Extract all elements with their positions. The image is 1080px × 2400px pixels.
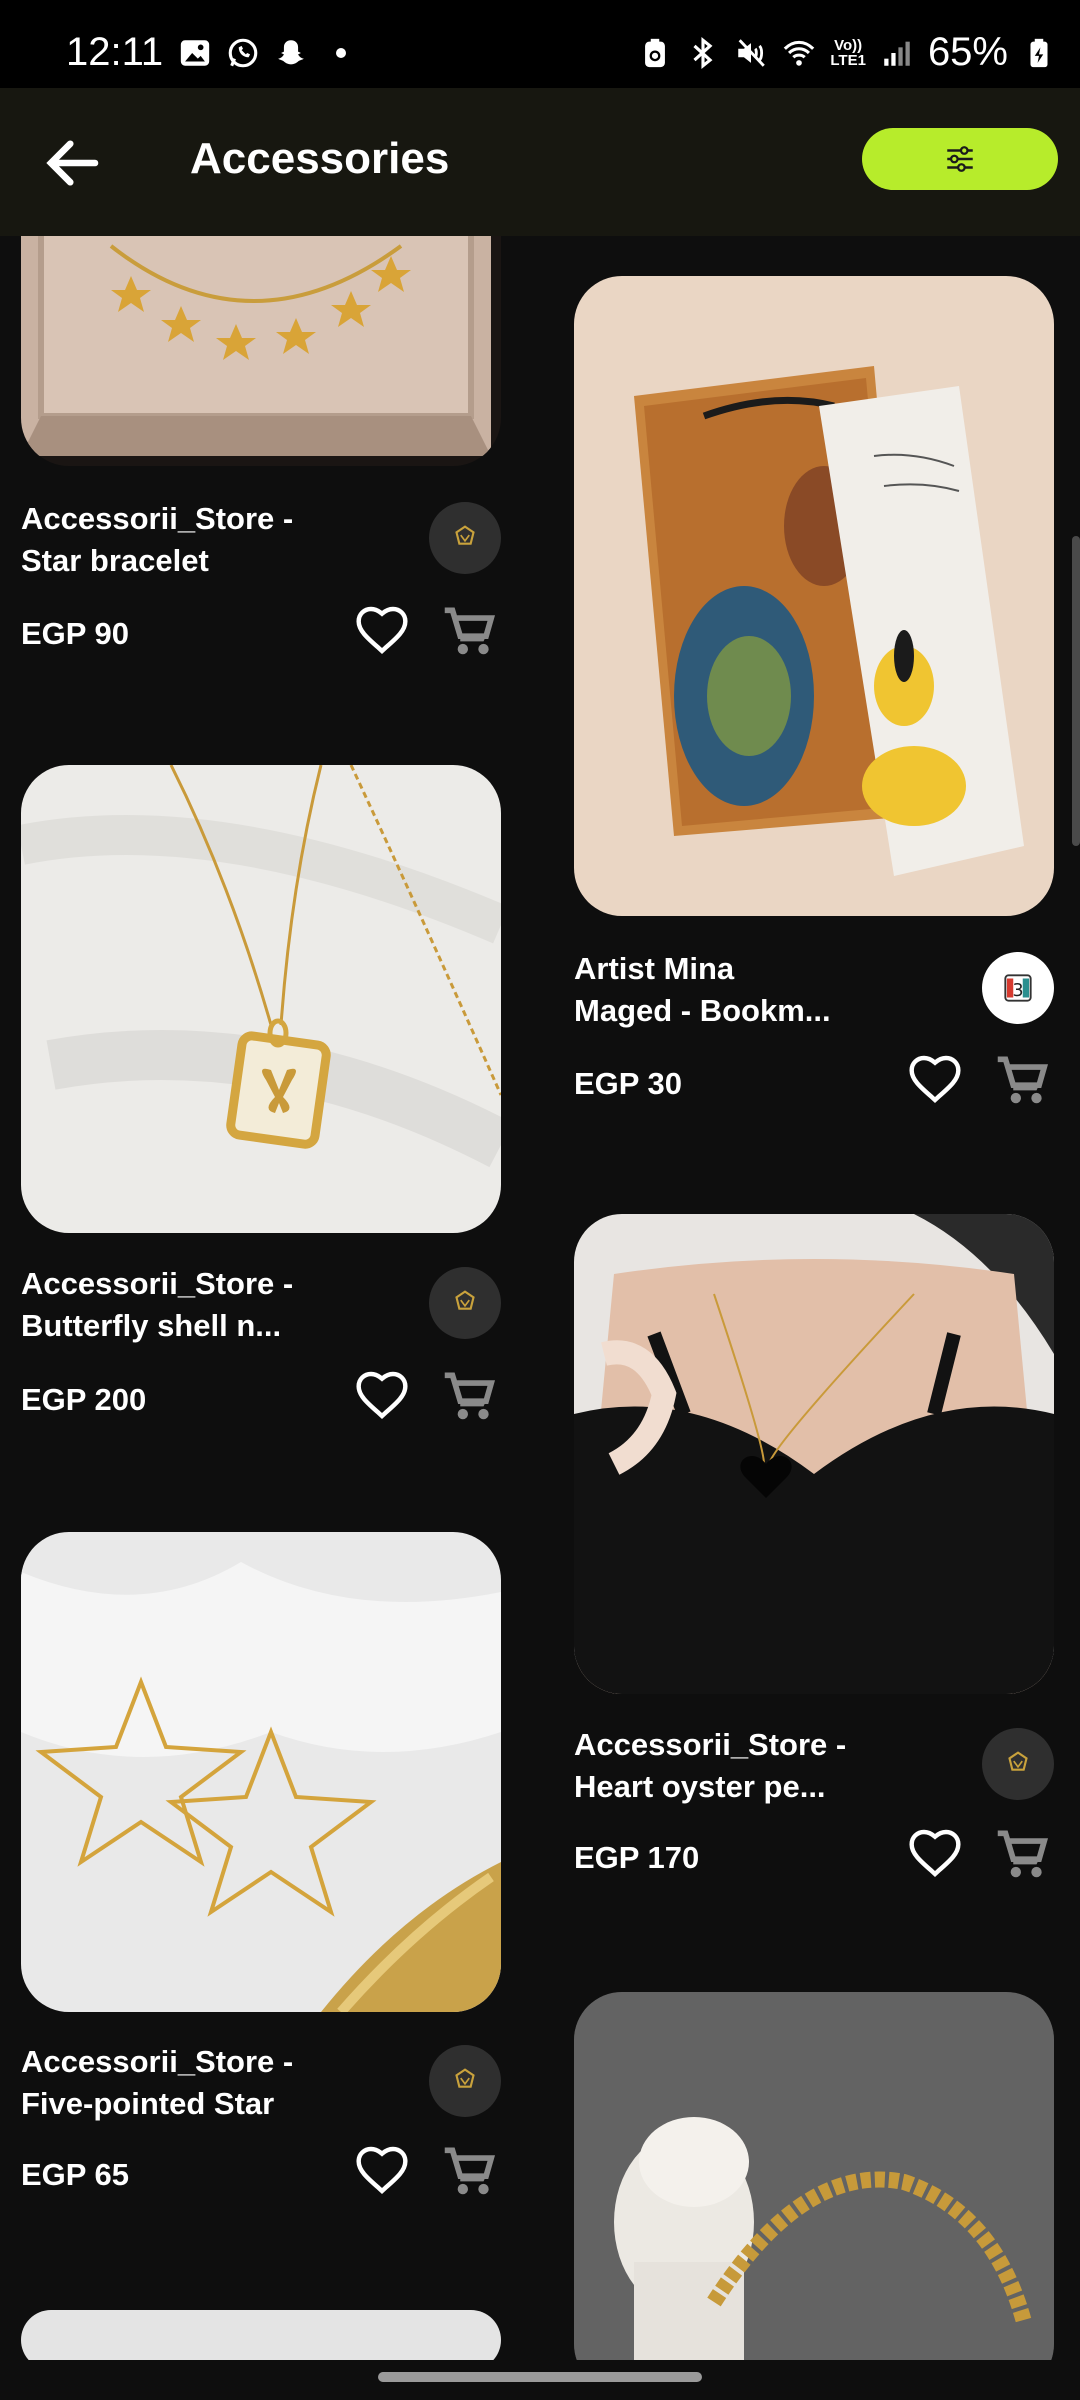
artist-logo-icon: 3 <box>1004 974 1032 1002</box>
lte-bottom-label: LTE1 <box>830 51 866 69</box>
product-price: EGP 65 <box>21 2157 130 2192</box>
cart-icon[interactable] <box>437 600 499 662</box>
seller-logo[interactable]: 3 <box>982 952 1054 1024</box>
product-price: EGP 200 <box>21 1382 147 1417</box>
battery-saver-icon <box>645 38 666 67</box>
product-card[interactable]: Accessorii_Store - Five-pointed Star EGP… <box>21 1532 501 2232</box>
bluetooth-icon <box>693 36 713 69</box>
seller-logo[interactable] <box>982 1728 1054 1800</box>
product-image[interactable] <box>21 236 501 466</box>
seller-logo[interactable] <box>429 1267 501 1339</box>
product-image[interactable] <box>574 276 1054 916</box>
signal-icon <box>884 41 910 66</box>
whatsapp-icon <box>228 38 258 68</box>
cart-icon[interactable] <box>437 2140 499 2202</box>
status-bar: 12:11 Vo)) LTE1 65% <box>0 0 1080 88</box>
notification-icons <box>178 36 346 70</box>
cart-icon[interactable] <box>990 1823 1052 1885</box>
gallery-icon <box>180 40 210 66</box>
store-logo-icon <box>455 1290 475 1310</box>
product-card[interactable] <box>574 1992 1054 2360</box>
lte-top-label: Vo)) <box>834 36 863 54</box>
app-bar: Accessories <box>0 88 1080 236</box>
product-title[interactable]: Accessorii_Store - Butterfly shell n... <box>21 1263 411 1347</box>
product-title[interactable]: Artist Mina Maged - Bookm... <box>574 948 964 1032</box>
cart-icon[interactable] <box>437 1365 499 1427</box>
battery-icon <box>1030 38 1048 67</box>
heart-icon[interactable] <box>907 1827 963 1879</box>
wifi-icon <box>784 40 815 66</box>
snapchat-icon <box>278 40 304 65</box>
store-logo-icon <box>1008 1751 1028 1771</box>
store-logo-icon <box>455 525 475 545</box>
heart-icon[interactable] <box>354 2144 410 2196</box>
product-grid: Accessorii_Store - Star bracelet EGP 90 … <box>0 236 1080 2360</box>
product-price: EGP 30 <box>574 1066 683 1101</box>
product-image[interactable] <box>21 765 501 1233</box>
heart-icon[interactable] <box>354 604 410 656</box>
product-card[interactable]: Accessorii_Store - Butterfly shell n... … <box>21 765 501 1465</box>
product-image[interactable] <box>574 1214 1054 1694</box>
product-image[interactable] <box>21 1532 501 2012</box>
seller-logo[interactable] <box>429 502 501 574</box>
heart-icon[interactable] <box>354 1369 410 1421</box>
lte-indicator: Vo)) LTE1 <box>830 38 866 68</box>
product-image[interactable] <box>574 1992 1054 2360</box>
product-card[interactable] <box>21 2310 501 2360</box>
mute-icon <box>738 38 766 67</box>
system-icons: Vo)) LTE1 65% <box>638 30 1056 75</box>
product-price: EGP 170 <box>574 1840 700 1875</box>
arrow-left-icon[interactable] <box>40 130 106 196</box>
scrollbar[interactable] <box>1072 536 1080 846</box>
product-card[interactable]: Accessorii_Store - Star bracelet EGP 90 <box>21 236 501 666</box>
battery-percent: 65% <box>927 30 1008 74</box>
store-logo-icon <box>455 2068 475 2088</box>
product-title[interactable]: Accessorii_Store - Star bracelet <box>21 498 411 582</box>
gesture-nav-handle[interactable] <box>378 2372 702 2382</box>
product-image[interactable] <box>21 2310 501 2360</box>
heart-icon[interactable] <box>907 1053 963 1105</box>
svg-text:3: 3 <box>1012 981 1023 1001</box>
product-title[interactable]: Accessorii_Store - Heart oyster pe... <box>574 1724 964 1808</box>
page-title: Accessories <box>190 134 450 183</box>
more-notifications-dot <box>336 48 346 58</box>
product-card[interactable]: Artist Mina Maged - Bookm... 3 EGP 30 <box>574 276 1054 1156</box>
product-card[interactable]: Accessorii_Store - Heart oyster pe... EG… <box>574 1214 1054 1934</box>
cart-icon[interactable] <box>990 1049 1052 1111</box>
filter-button[interactable] <box>862 128 1058 190</box>
product-price: EGP 90 <box>21 616 130 651</box>
sliders-icon <box>947 146 973 172</box>
product-title[interactable]: Accessorii_Store - Five-pointed Star <box>21 2041 411 2125</box>
seller-logo[interactable] <box>429 2045 501 2117</box>
status-time: 12:11 <box>66 30 164 74</box>
